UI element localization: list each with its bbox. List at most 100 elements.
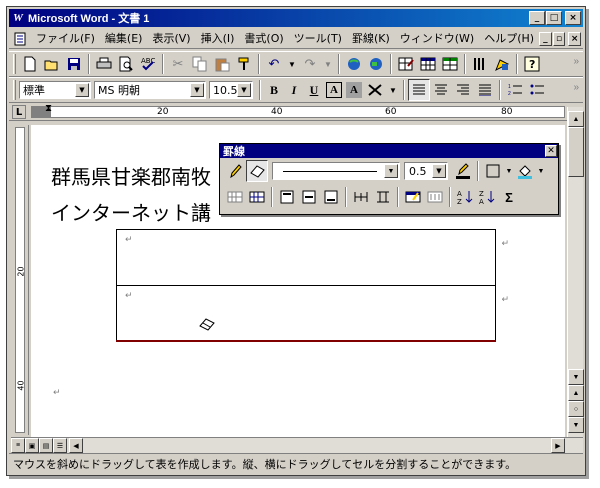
menu-window[interactable]: ウィンドウ(W) — [395, 30, 479, 48]
word-app-icon[interactable]: W — [11, 11, 25, 25]
spelling-icon[interactable]: ABC — [137, 53, 159, 75]
menu-view[interactable]: 表示(V) — [147, 30, 195, 48]
doc-restore-button[interactable]: ▫ — [552, 31, 566, 46]
font-size-select[interactable]: 10.5 ▼ — [209, 81, 253, 99]
browse-object-icon[interactable]: ○ — [568, 401, 584, 417]
chevron-down-icon[interactable]: ▼ — [75, 83, 89, 97]
chevron-down-icon[interactable]: ▼ — [190, 83, 204, 97]
draw-table-pencil-icon[interactable] — [224, 160, 246, 182]
cut-icon[interactable]: ✂ — [167, 53, 189, 75]
table-autoformat-icon[interactable] — [402, 186, 424, 208]
chevron-down-icon[interactable]: ▼ — [237, 83, 251, 97]
horizontal-scrollbar[interactable]: ≡ ▣ ▤ ☰ ◀ ▶ — [11, 437, 583, 453]
redo-icon[interactable]: ↷ — [299, 53, 321, 75]
minimize-button[interactable]: _ — [529, 11, 545, 25]
chevron-down-icon[interactable]: ▼ — [536, 160, 546, 182]
chevron-down-icon[interactable]: ▼ — [504, 160, 514, 182]
scroll-left-icon[interactable]: ◀ — [69, 438, 83, 453]
scroll-right-icon[interactable]: ▶ — [551, 438, 565, 453]
scroll-thumb[interactable] — [568, 127, 584, 177]
align-center-icon[interactable] — [430, 79, 452, 101]
copy-icon[interactable] — [189, 53, 211, 75]
scroll-up-icon[interactable]: ▲ — [568, 111, 584, 127]
doc-close-button[interactable]: × — [568, 31, 582, 46]
columns-icon[interactable] — [469, 53, 491, 75]
distribute-columns-icon[interactable] — [372, 186, 394, 208]
split-cells-icon[interactable] — [246, 186, 268, 208]
toolbar-more-icon[interactable]: » — [573, 56, 579, 67]
print-layout-icon[interactable]: ▤ — [39, 438, 53, 453]
vertical-ruler[interactable]: 20 40 — [11, 125, 29, 435]
tab-selector[interactable]: L — [12, 105, 26, 119]
chevron-down-icon[interactable]: ▼ — [384, 164, 398, 178]
close-button[interactable]: × — [565, 11, 581, 25]
outside-border-icon[interactable] — [482, 160, 504, 182]
insert-table-icon[interactable] — [417, 53, 439, 75]
indent-marker-icon[interactable]: ⧗ — [45, 103, 52, 114]
char-border-button[interactable]: A — [326, 82, 342, 98]
phonetic-guide-icon[interactable] — [364, 79, 386, 101]
sort-ascending-icon[interactable]: AZ — [454, 186, 476, 208]
hyperlink-icon[interactable] — [343, 53, 365, 75]
align-justify-icon[interactable] — [408, 79, 430, 101]
print-preview-icon[interactable] — [115, 53, 137, 75]
menu-help[interactable]: ヘルプ(H) — [479, 30, 539, 48]
border-color-icon[interactable] — [452, 160, 474, 182]
redo-dropdown-icon[interactable]: ▼ — [321, 53, 335, 75]
outline-view-icon[interactable]: ☰ — [53, 438, 67, 453]
merge-cells-icon[interactable] — [224, 186, 246, 208]
numbering-icon[interactable]: 12 — [504, 79, 526, 101]
autosum-icon[interactable]: Σ — [498, 186, 520, 208]
menu-format[interactable]: 書式(O) — [239, 30, 288, 48]
maximize-button[interactable]: □ — [546, 11, 562, 25]
horizontal-ruler[interactable]: L ⧗ 20 40 60 80 — [9, 103, 583, 121]
toolbar-grip[interactable] — [13, 54, 16, 74]
drawing-icon[interactable] — [491, 53, 513, 75]
toolbar-grip[interactable] — [13, 80, 16, 100]
align-top-icon[interactable] — [276, 186, 298, 208]
distribute-rows-icon[interactable] — [350, 186, 372, 208]
menu-file[interactable]: ファイル(F) — [31, 30, 100, 48]
align-bottom-icon[interactable] — [320, 186, 342, 208]
doc-minimize-button[interactable]: _ — [539, 31, 552, 46]
chevron-down-icon[interactable]: ▼ — [432, 164, 446, 178]
style-select[interactable]: 標準 ▼ — [19, 81, 91, 99]
table-row[interactable]: ↵ ↵ — [117, 230, 509, 286]
tables-borders-palette[interactable]: 罫線 ✕ ▼ 0.5 ▼ ▼ ▼ A Z Z A Σ — [219, 143, 559, 215]
palette-title-bar[interactable]: 罫線 ✕ — [220, 144, 558, 158]
scroll-down-icon[interactable]: ▼ — [568, 369, 584, 385]
drawn-table[interactable]: ↵ ↵ ↵ ↵ — [116, 229, 509, 342]
italic-button[interactable]: I — [284, 80, 304, 100]
web-toolbar-icon[interactable] — [365, 53, 387, 75]
document-line-1[interactable]: 群馬県甘楽郡南牧 — [51, 161, 211, 190]
paste-icon[interactable] — [211, 53, 233, 75]
format-painter-icon[interactable] — [233, 53, 255, 75]
bullets-icon[interactable] — [526, 79, 548, 101]
underline-button[interactable]: U — [304, 80, 324, 100]
document-line-2[interactable]: インターネット講 — [51, 197, 211, 226]
undo-icon[interactable]: ↶ — [263, 53, 285, 75]
sort-descending-icon[interactable]: ZA — [476, 186, 498, 208]
line-style-select[interactable]: ▼ — [272, 162, 400, 180]
toolbar-more-icon[interactable]: » — [573, 82, 579, 93]
document-icon[interactable] — [13, 31, 27, 47]
menu-tools[interactable]: ツール(T) — [289, 30, 347, 48]
normal-view-icon[interactable]: ≡ — [11, 438, 25, 453]
line-weight-select[interactable]: 0.5 ▼ — [404, 162, 448, 180]
distributed-icon[interactable] — [474, 79, 496, 101]
chevron-down-icon[interactable]: ▼ — [386, 79, 400, 101]
save-icon[interactable] — [63, 53, 85, 75]
char-shading-button[interactable]: A — [346, 82, 362, 98]
undo-dropdown-icon[interactable]: ▼ — [285, 53, 299, 75]
title-bar[interactable]: W Microsoft Word - 文書 1 _ □ × — [9, 9, 583, 27]
bold-button[interactable]: B — [264, 80, 284, 100]
palette-close-icon[interactable]: ✕ — [545, 145, 557, 157]
font-select[interactable]: MS 明朝 ▼ — [94, 81, 206, 99]
menu-edit[interactable]: 編集(E) — [100, 30, 148, 48]
text-direction-icon[interactable] — [424, 186, 446, 208]
new-icon[interactable] — [19, 53, 41, 75]
menu-table[interactable]: 罫線(K) — [347, 30, 395, 48]
print-icon[interactable] — [93, 53, 115, 75]
web-layout-icon[interactable]: ▣ — [25, 438, 39, 453]
next-page-icon[interactable]: ▼ — [568, 417, 584, 433]
